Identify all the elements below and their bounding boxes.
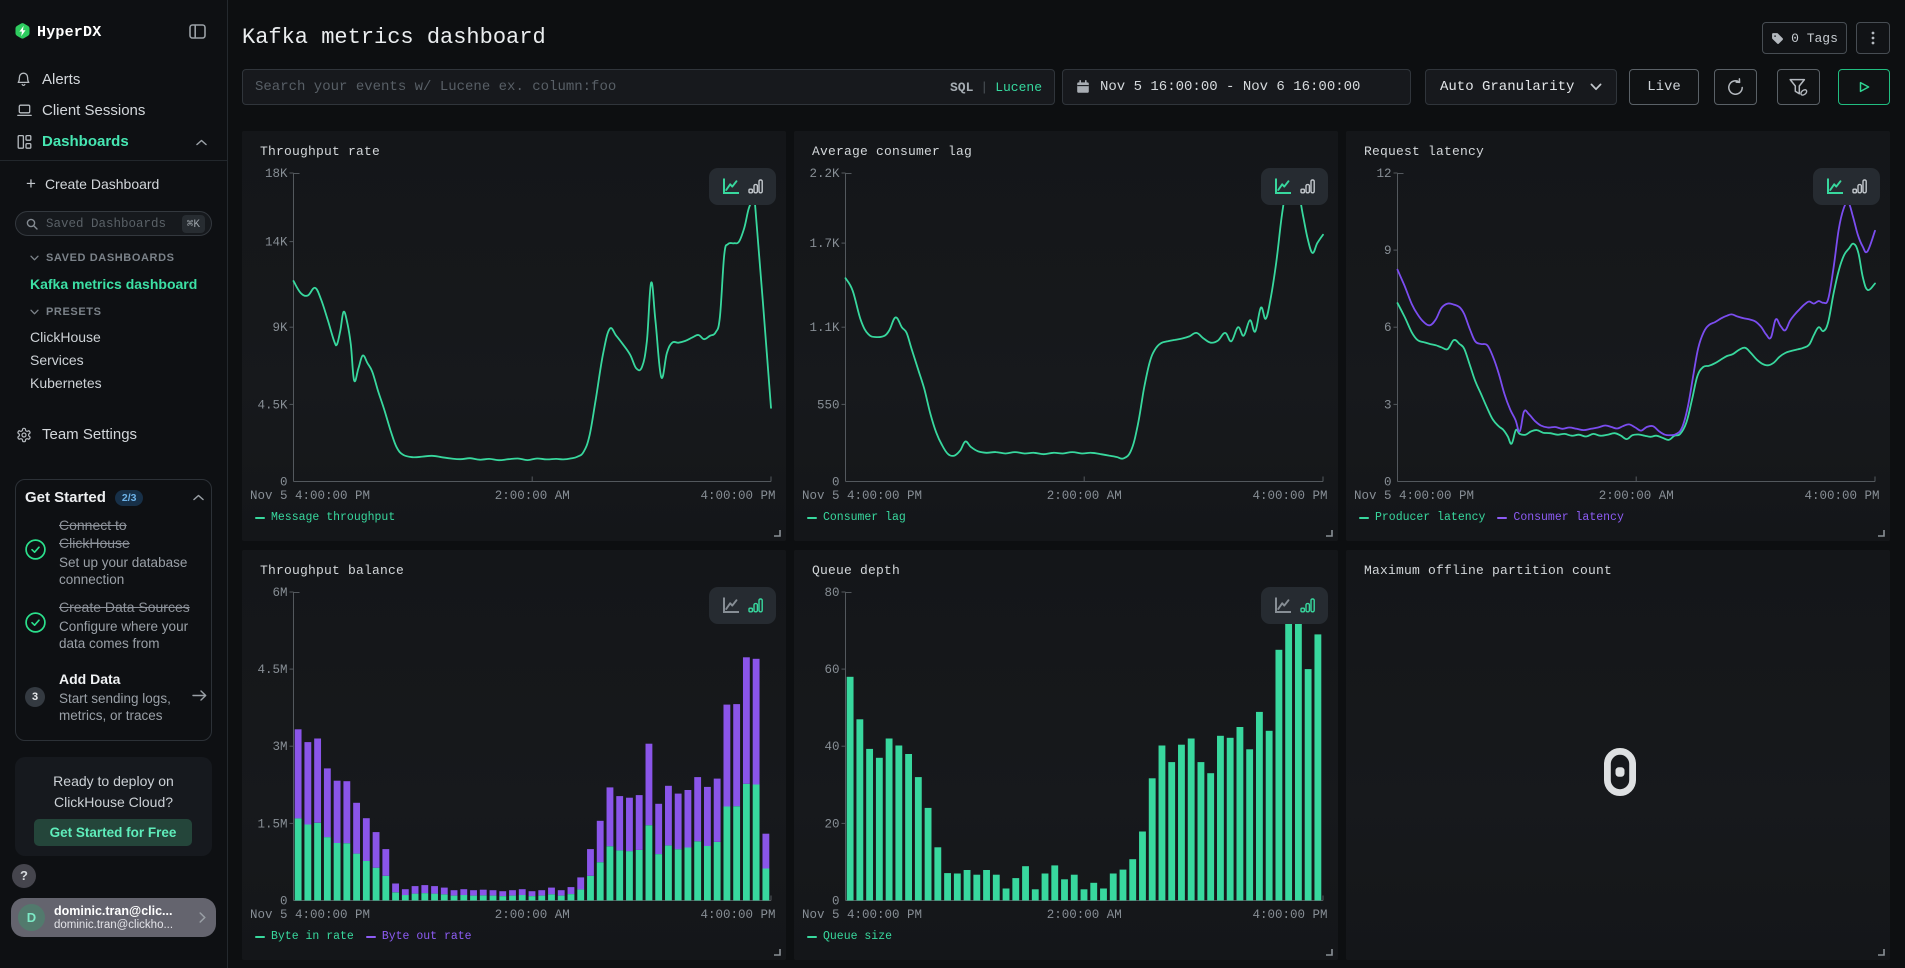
svg-text:Nov 5 4:00:00 PM: Nov 5 4:00:00 PM [250,908,370,922]
svg-text:4:00:00 PM: 4:00:00 PM [700,489,775,503]
svg-text:4:00:00 PM: 4:00:00 PM [1804,489,1879,503]
svg-text:0: 0 [280,476,288,490]
svg-text:9: 9 [1384,244,1392,258]
svg-text:2:00:00 AM: 2:00:00 AM [1047,489,1122,503]
svg-text:0: 0 [832,895,840,909]
svg-text:Nov 5 4:00:00 PM: Nov 5 4:00:00 PM [802,489,922,503]
svg-text:Nov 5 4:00:00 PM: Nov 5 4:00:00 PM [1354,489,1474,503]
svg-text:14K: 14K [265,236,288,250]
svg-text:4.5K: 4.5K [257,398,288,412]
svg-text:4.5M: 4.5M [257,663,287,677]
svg-text:3: 3 [1384,398,1392,412]
svg-text:6: 6 [1384,321,1392,335]
svg-text:2:00:00 AM: 2:00:00 AM [1047,908,1122,922]
svg-text:40: 40 [824,740,839,754]
svg-text:Nov 5 4:00:00 PM: Nov 5 4:00:00 PM [250,489,370,503]
svg-text:2:00:00 AM: 2:00:00 AM [1599,489,1674,503]
svg-text:4:00:00 PM: 4:00:00 PM [700,908,775,922]
svg-text:18K: 18K [265,167,288,181]
svg-text:4:00:00 PM: 4:00:00 PM [1252,908,1327,922]
svg-text:2.2K: 2.2K [809,167,840,181]
svg-text:3M: 3M [272,740,287,754]
svg-text:0: 0 [1384,476,1392,490]
svg-text:9K: 9K [272,321,288,335]
svg-text:2:00:00 AM: 2:00:00 AM [495,908,570,922]
svg-text:60: 60 [824,663,839,677]
svg-text:0: 0 [280,895,288,909]
svg-text:0: 0 [832,476,840,490]
svg-text:Nov 5 4:00:00 PM: Nov 5 4:00:00 PM [802,908,922,922]
svg-text:1.1K: 1.1K [809,321,840,335]
svg-text:12: 12 [1376,167,1391,181]
svg-text:2:00:00 AM: 2:00:00 AM [495,489,570,503]
svg-text:6M: 6M [272,586,287,600]
svg-text:1.7K: 1.7K [809,237,840,251]
svg-text:1.5M: 1.5M [257,817,287,831]
svg-text:20: 20 [824,817,839,831]
svg-text:550: 550 [817,398,840,412]
svg-text:80: 80 [824,586,839,600]
svg-text:4:00:00 PM: 4:00:00 PM [1252,489,1327,503]
